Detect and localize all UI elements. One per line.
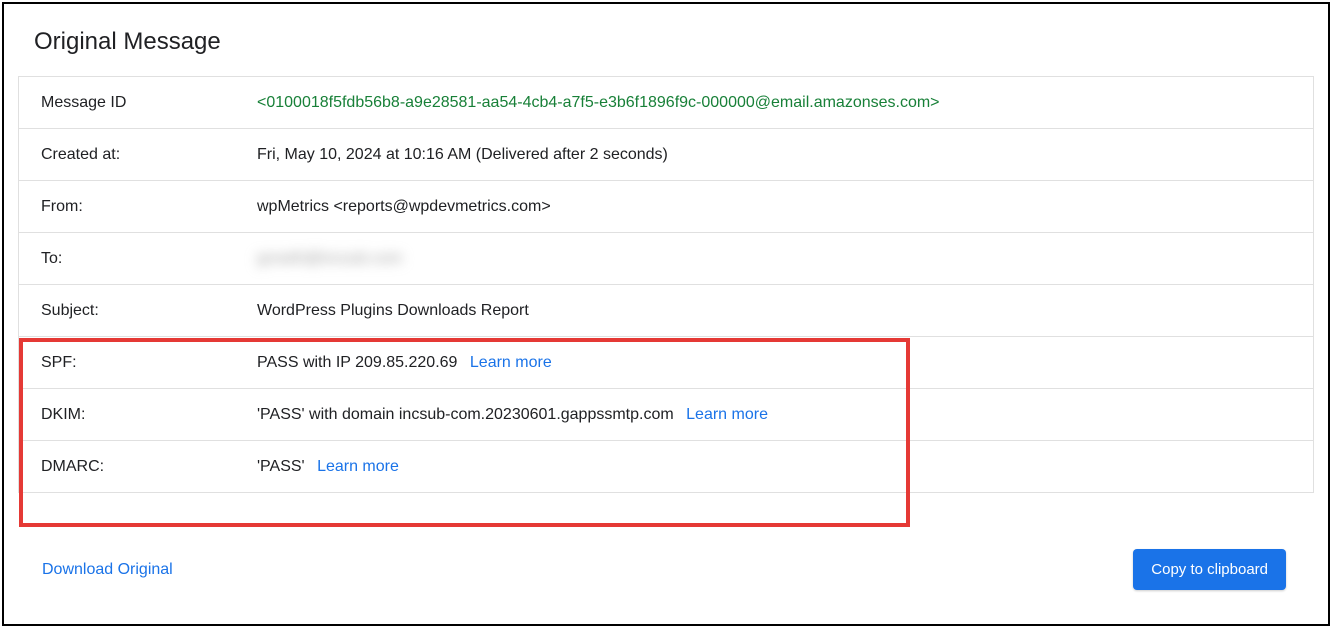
label-message-id: Message ID	[41, 94, 257, 112]
value-dkim: 'PASS' with domain incsub-com.20230601.g…	[257, 406, 1313, 424]
value-created-at: Fri, May 10, 2024 at 10:16 AM (Delivered…	[257, 146, 1313, 164]
value-subject: WordPress Plugins Downloads Report	[257, 302, 1313, 320]
row-subject: Subject: WordPress Plugins Downloads Rep…	[19, 285, 1313, 337]
learn-more-spf-link[interactable]: Learn more	[470, 354, 552, 371]
value-dmarc: 'PASS' Learn more	[257, 458, 1313, 476]
row-dkim: DKIM: 'PASS' with domain incsub-com.2023…	[19, 389, 1313, 441]
row-from: From: wpMetrics <reports@wpdevmetrics.co…	[19, 181, 1313, 233]
value-message-id: <0100018f5fdb56b8-a9e28581-aa54-4cb4-a7f…	[257, 94, 1313, 112]
label-to: To:	[41, 250, 257, 268]
row-to: To: growth@incsub.com	[19, 233, 1313, 285]
value-to: growth@incsub.com	[257, 250, 1313, 268]
value-from: wpMetrics <reports@wpdevmetrics.com>	[257, 198, 1313, 216]
download-original-link[interactable]: Download Original	[42, 561, 173, 579]
row-dmarc: DMARC: 'PASS' Learn more	[19, 441, 1313, 493]
row-spf: SPF: PASS with IP 209.85.220.69 Learn mo…	[19, 337, 1313, 389]
label-dmarc: DMARC:	[41, 458, 257, 476]
row-created-at: Created at: Fri, May 10, 2024 at 10:16 A…	[19, 129, 1313, 181]
label-spf: SPF:	[41, 354, 257, 372]
learn-more-dmarc-link[interactable]: Learn more	[317, 458, 399, 475]
row-message-id: Message ID <0100018f5fdb56b8-a9e28581-aa…	[19, 77, 1313, 129]
label-from: From:	[41, 198, 257, 216]
label-subject: Subject:	[41, 302, 257, 320]
page-title: Original Message	[4, 4, 1328, 76]
value-spf: PASS with IP 209.85.220.69 Learn more	[257, 354, 1313, 372]
footer: Download Original Copy to clipboard	[4, 549, 1328, 590]
label-dkim: DKIM:	[41, 406, 257, 424]
label-created-at: Created at:	[41, 146, 257, 164]
learn-more-dkim-link[interactable]: Learn more	[686, 406, 768, 423]
message-info-table: Message ID <0100018f5fdb56b8-a9e28581-aa…	[18, 76, 1314, 493]
copy-to-clipboard-button[interactable]: Copy to clipboard	[1133, 549, 1286, 590]
